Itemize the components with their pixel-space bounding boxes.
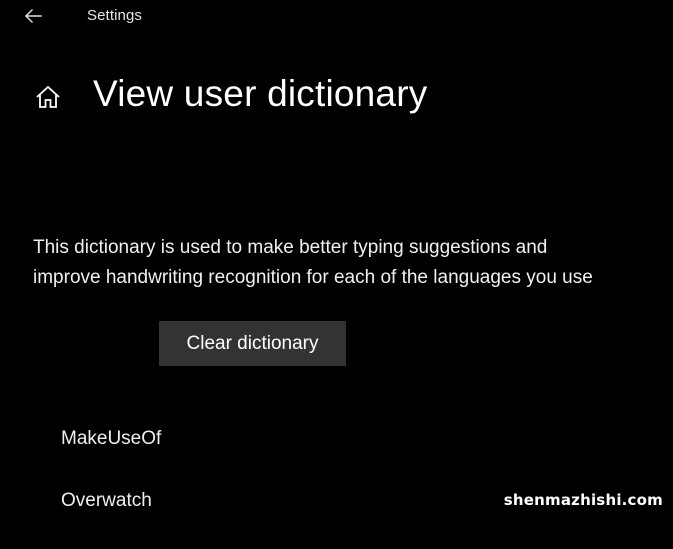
page-header: View user dictionary bbox=[0, 70, 673, 126]
app-title: Settings bbox=[87, 7, 142, 24]
clear-dictionary-button[interactable]: Clear dictionary bbox=[159, 321, 346, 366]
arrow-left-icon bbox=[25, 9, 42, 23]
dictionary-word[interactable]: MakeUseOf bbox=[61, 425, 161, 487]
home-button[interactable] bbox=[32, 82, 64, 112]
dictionary-word[interactable]: Overwatch bbox=[61, 487, 161, 549]
back-button[interactable] bbox=[20, 4, 46, 28]
page-title: View user dictionary bbox=[93, 73, 428, 114]
watermark: shenmazhishi.com bbox=[503, 491, 663, 509]
home-icon bbox=[36, 85, 60, 108]
dictionary-word-list: MakeUseOf Overwatch bbox=[61, 425, 161, 549]
description-text: This dictionary is used to make better t… bbox=[33, 233, 673, 293]
description-line-1: This dictionary is used to make better t… bbox=[33, 237, 548, 258]
description-line-2: improve handwriting recognition for each… bbox=[33, 267, 593, 288]
title-bar: Settings bbox=[0, 0, 673, 34]
